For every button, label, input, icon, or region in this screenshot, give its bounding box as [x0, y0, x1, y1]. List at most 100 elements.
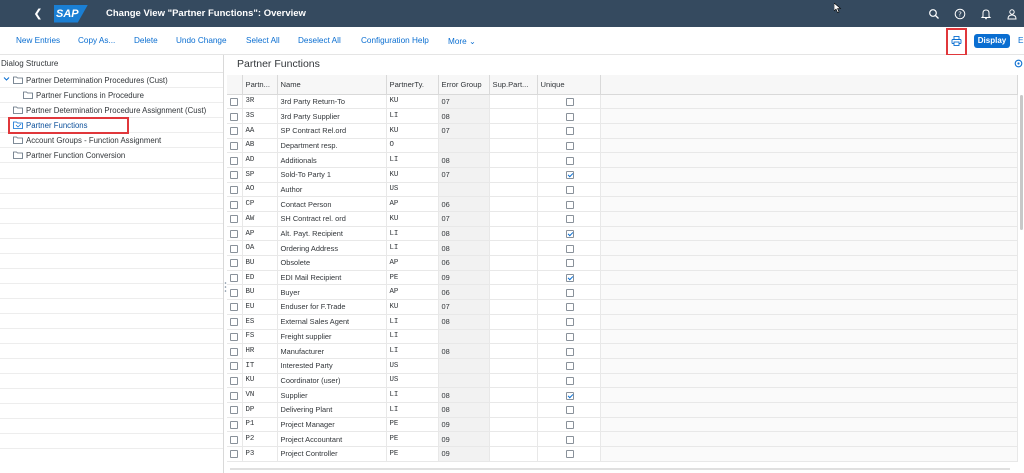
cell-sup-partner[interactable] — [489, 417, 538, 433]
cell-sup-partner[interactable] — [489, 255, 538, 271]
unique-checkbox[interactable] — [566, 97, 574, 106]
cell-sup-partner[interactable] — [489, 196, 538, 212]
row-select-checkbox[interactable] — [230, 362, 238, 371]
row-select-checkbox[interactable] — [230, 259, 238, 268]
row-selector[interactable] — [227, 373, 243, 389]
cell-partner-function[interactable]: KU — [242, 373, 278, 389]
cell-partner-type[interactable]: LI — [386, 402, 439, 418]
row-selector[interactable] — [227, 94, 243, 110]
deselect-all-button[interactable]: Deselect All — [298, 36, 341, 45]
cell-partner-function[interactable]: P1 — [242, 417, 278, 433]
row-select-checkbox[interactable] — [230, 244, 238, 253]
cell-partner-type[interactable]: PE — [386, 446, 439, 462]
cell-partner-function[interactable]: P2 — [242, 431, 278, 447]
unique-checkbox[interactable] — [566, 376, 574, 385]
user-icon[interactable] — [1006, 8, 1018, 20]
unique-checkbox[interactable] — [566, 303, 574, 312]
row-select-checkbox[interactable] — [230, 303, 238, 312]
cell-error-group[interactable]: 07 — [438, 123, 490, 139]
cell-error-group[interactable]: 08 — [438, 108, 490, 124]
cell-partner-type[interactable]: LI — [386, 108, 439, 124]
row-selector[interactable] — [227, 196, 243, 212]
row-select-checkbox[interactable] — [230, 97, 238, 106]
column-header-error-group[interactable]: Error Group — [438, 75, 490, 95]
unique-checkbox[interactable] — [566, 362, 574, 371]
unique-checkbox[interactable] — [566, 288, 574, 297]
cell-sup-partner[interactable] — [489, 211, 538, 227]
table-row[interactable]: ED EDI Mail Recipient PE 09 — [227, 270, 1018, 286]
cell-error-group[interactable]: 08 — [438, 152, 490, 168]
cell-partner-function[interactable]: BU — [242, 255, 278, 271]
cell-partner-function[interactable]: AA — [242, 123, 278, 139]
print-icon[interactable] — [951, 36, 962, 46]
vertical-scrollbar[interactable] — [1020, 95, 1023, 230]
select-column-header[interactable] — [227, 75, 243, 95]
copy-as-button[interactable]: Copy As... — [78, 36, 115, 45]
cell-partner-function[interactable]: EU — [242, 299, 278, 315]
unique-checkbox[interactable] — [566, 391, 574, 400]
cell-error-group[interactable]: 06 — [438, 255, 490, 271]
notification-icon[interactable] — [980, 8, 992, 20]
row-selector[interactable] — [227, 182, 243, 198]
settings-icon[interactable] — [1014, 59, 1023, 68]
cell-error-group[interactable]: 07 — [438, 167, 490, 183]
row-select-checkbox[interactable] — [230, 450, 238, 459]
help-icon[interactable]: ? — [954, 8, 966, 20]
horizontal-scrollbar[interactable] — [230, 468, 1010, 470]
table-row[interactable]: 3R 3rd Party Return-To KU 07 — [227, 94, 1018, 110]
cell-error-group[interactable]: 09 — [438, 431, 490, 447]
cell-sup-partner[interactable] — [489, 373, 538, 389]
cell-sup-partner[interactable] — [489, 240, 538, 257]
cell-name[interactable]: Interested Party — [277, 358, 387, 374]
cell-name[interactable]: Coordinator (user) — [277, 373, 387, 389]
column-header-name[interactable]: Name — [277, 75, 387, 95]
cell-error-group[interactable]: 06 — [438, 284, 490, 301]
cell-partner-type[interactable]: LI — [386, 226, 439, 242]
cell-error-group[interactable] — [438, 329, 490, 345]
column-header-partner-function[interactable]: Partn... — [242, 75, 278, 95]
row-select-checkbox[interactable] — [230, 215, 238, 224]
table-row[interactable]: P1 Project Manager PE 09 — [227, 417, 1018, 433]
row-select-checkbox[interactable] — [230, 112, 238, 121]
unique-checkbox[interactable] — [566, 141, 574, 150]
row-selector[interactable] — [227, 138, 243, 154]
cell-name[interactable]: Project Controller — [277, 446, 387, 462]
cell-name[interactable]: Contact Person — [277, 196, 387, 212]
cell-partner-type[interactable]: O — [386, 138, 439, 154]
cell-partner-function[interactable]: IT — [242, 358, 278, 374]
row-select-checkbox[interactable] — [230, 406, 238, 415]
table-row[interactable]: EU Enduser for F.Trade KU 07 — [227, 299, 1018, 315]
more-button[interactable]: More ⌄ — [448, 36, 476, 46]
cell-sup-partner[interactable] — [489, 431, 538, 447]
cell-name[interactable]: Delivering Plant — [277, 402, 387, 418]
cell-name[interactable]: Enduser for F.Trade — [277, 299, 387, 315]
table-row[interactable]: AB Department resp. O — [227, 138, 1018, 154]
row-select-checkbox[interactable] — [230, 420, 238, 429]
table-row[interactable]: AO Author US — [227, 182, 1018, 198]
cell-error-group[interactable]: 08 — [438, 387, 490, 403]
cell-partner-function[interactable]: DP — [242, 402, 278, 418]
row-select-checkbox[interactable] — [230, 376, 238, 385]
row-selector[interactable] — [227, 152, 243, 168]
cell-name[interactable]: Project Accountant — [277, 431, 387, 447]
cell-name[interactable]: Alt. Payt. Recipient — [277, 226, 387, 242]
cell-name[interactable]: Manufacturer — [277, 343, 387, 359]
cell-sup-partner[interactable] — [489, 343, 538, 359]
cell-name[interactable]: Obsolete — [277, 255, 387, 271]
cell-partner-type[interactable]: AP — [386, 255, 439, 271]
cell-error-group[interactable] — [438, 138, 490, 154]
tree-item-partner-determination-procedures[interactable]: Partner Determination Procedures (Cust) — [0, 73, 223, 88]
row-select-checkbox[interactable] — [230, 141, 238, 150]
cell-partner-function[interactable]: 3S — [242, 108, 278, 124]
cell-partner-type[interactable]: AP — [386, 196, 439, 212]
table-row[interactable]: OA Ordering Address LI 08 — [227, 240, 1018, 257]
undo-change-button[interactable]: Undo Change — [176, 36, 227, 45]
row-select-checkbox[interactable] — [230, 391, 238, 400]
overflow-button[interactable]: E — [1018, 36, 1023, 45]
cell-error-group[interactable]: 06 — [438, 196, 490, 212]
cell-partner-type[interactable]: PE — [386, 270, 439, 286]
cell-sup-partner[interactable] — [489, 226, 538, 242]
row-select-checkbox[interactable] — [230, 171, 238, 180]
cell-partner-function[interactable]: ES — [242, 314, 278, 330]
row-select-checkbox[interactable] — [230, 347, 238, 356]
